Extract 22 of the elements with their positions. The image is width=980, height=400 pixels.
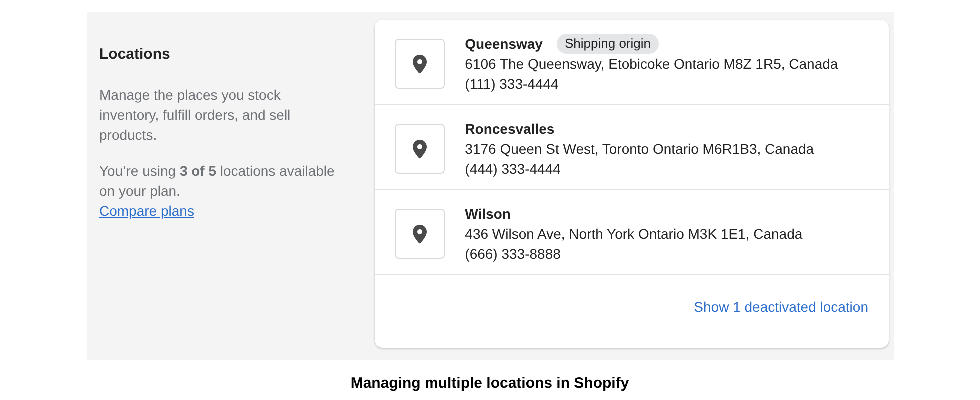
location-phone: (666) 333-8888 [465,245,562,264]
section-title: Locations [100,45,172,65]
location-name: Queensway [465,34,543,54]
usage-text: You’re using 3 of 5 locations available on your plan. [100,162,336,200]
location-pin-icon [413,140,428,158]
status-badge: Shipping origin [556,34,659,54]
section-description: Manage the places you stock inventory, fulfill orders, and sell products. [100,86,292,144]
location-pin-icon [413,54,428,74]
compare-plans-link[interactable]: Compare plans [100,200,194,220]
location-row[interactable]: Wilson 436 Wilson Ave, North York Ontario M3K 1E1, Canada (666) 333-8888 [375,190,888,275]
location-address: 6106 The Queensway, Etobicoke Ontario M8Z 1R5, Canada [465,55,838,74]
location-address: 436 Wilson Ave, North York Ontario M3K 1E1, Canada [465,225,803,244]
location-name: Roncesvalles [465,120,555,138]
deactivated-locations-link[interactable]: Show 1 deactivated location [694,297,868,318]
location-row[interactable]: Queensway Shipping origin 6106 The Queensway, Etobicoke Ontario M8Z 1R5, Canada (111) 333-4444 [375,20,888,105]
location-phone: (111) 333-4444 [465,75,560,94]
location-name: Wilson [465,204,511,224]
location-pin-icon [413,224,428,244]
location-phone: (444) 333-4444 [465,160,562,179]
location-row[interactable]: Roncesvalles 3176 Queen St West, Toronto Ontario M6R1B3, Canada (444) 333-4444 [375,105,888,190]
figure-caption: Managing multiple locations in Shopify [350,374,630,394]
location-address: 3176 Queen St West, Toronto Ontario M6R1B3, Canada [465,140,814,159]
